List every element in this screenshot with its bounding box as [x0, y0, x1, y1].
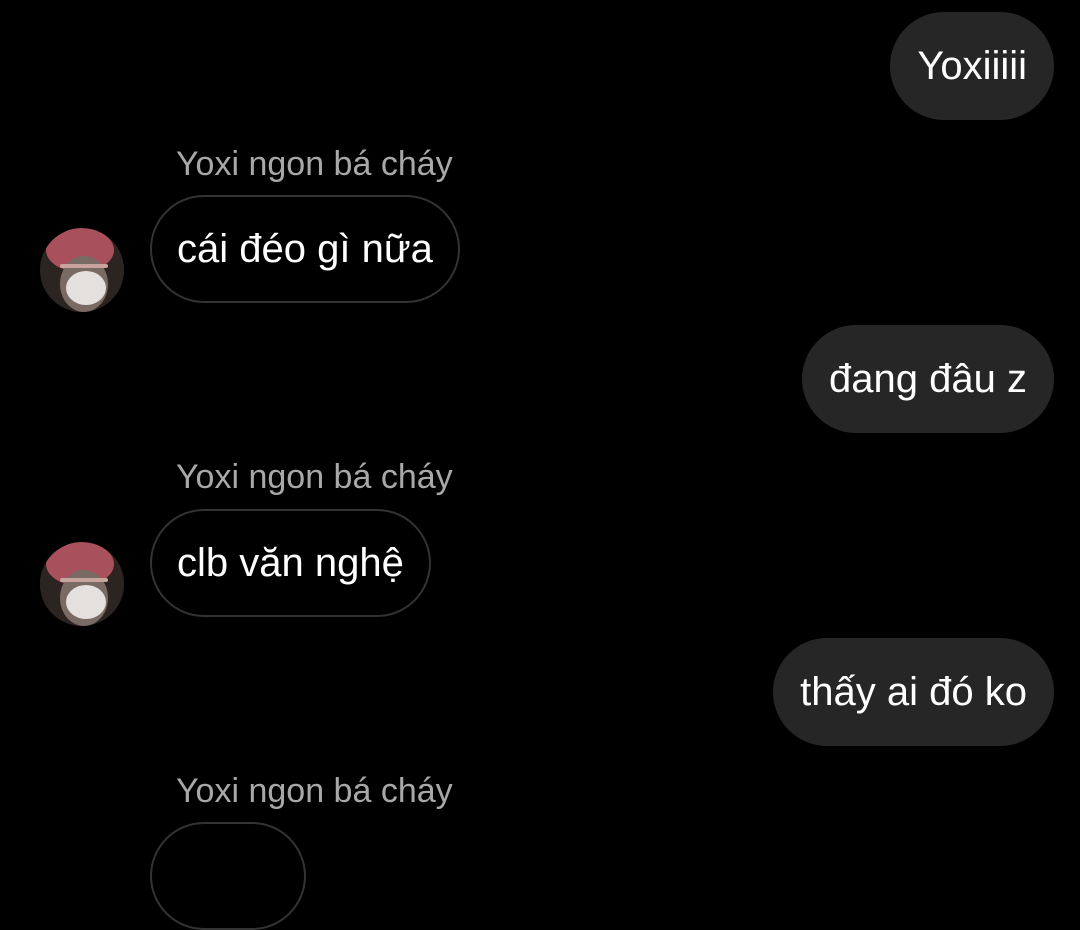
user-avatar-icon	[40, 542, 124, 626]
incoming-message-bubble[interactable]	[150, 822, 306, 930]
incoming-message-bubble[interactable]: cái đéo gì nữa	[150, 195, 460, 303]
message-thread[interactable]: Yoxiiiii Yoxi ngon bá cháy cái đéo gì nữ…	[0, 0, 1080, 930]
outgoing-message-bubble[interactable]: Yoxiiiii	[890, 12, 1054, 120]
sender-name: Yoxi ngon bá cháy	[176, 772, 453, 810]
message-text: đang đâu z	[829, 357, 1027, 401]
message-text: Yoxiiiii	[917, 44, 1027, 88]
sender-name: Yoxi ngon bá cháy	[176, 145, 453, 183]
avatar[interactable]	[40, 542, 124, 626]
message-text: cái đéo gì nữa	[177, 227, 433, 271]
message-text: thấy ai đó ko	[800, 670, 1027, 714]
outgoing-message-bubble[interactable]: đang đâu z	[802, 325, 1054, 433]
incoming-message-bubble[interactable]: clb văn nghệ	[150, 509, 431, 617]
avatar[interactable]	[40, 228, 124, 312]
user-avatar-icon	[40, 228, 124, 312]
sender-name: Yoxi ngon bá cháy	[176, 458, 453, 496]
message-text: clb văn nghệ	[177, 541, 404, 585]
outgoing-message-bubble[interactable]: thấy ai đó ko	[773, 638, 1054, 746]
